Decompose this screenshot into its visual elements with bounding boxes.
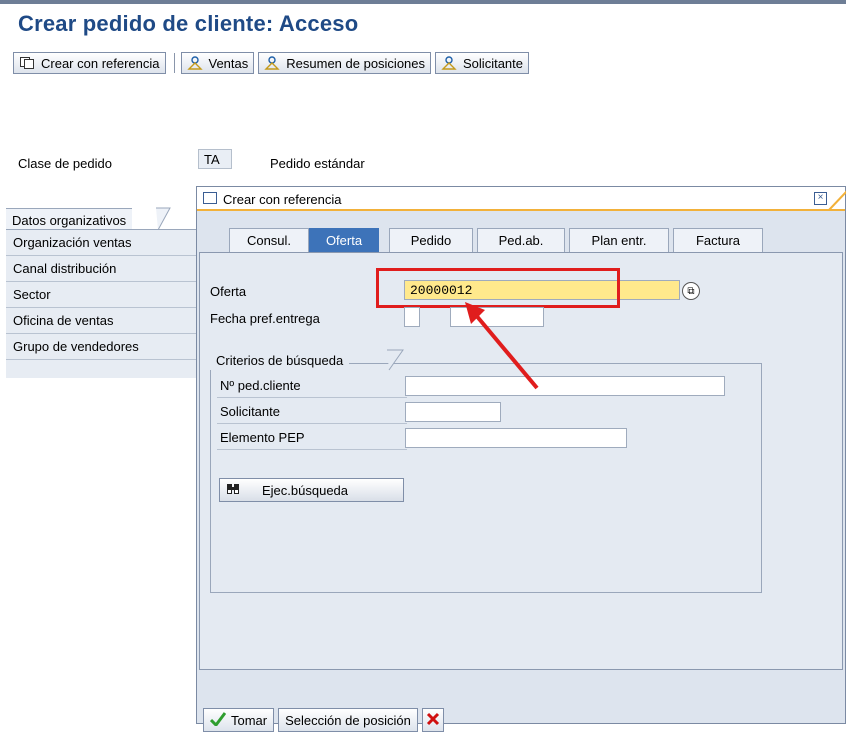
- org-item-oficina-ventas: Oficina de ventas: [6, 308, 196, 334]
- solicitante-label: Solicitante: [463, 55, 523, 71]
- toolbar-separator: [173, 53, 175, 73]
- solicitante-label-criteria: Solicitante: [217, 400, 407, 424]
- group-tab-slant: [387, 349, 404, 371]
- tab-ped-ab[interactable]: Ped.ab.: [477, 228, 565, 252]
- application-toolbar: Crear con referencia Ventas Resumen de p…: [13, 50, 533, 76]
- datos-organizativos-tab[interactable]: Datos organizativos: [6, 208, 133, 231]
- clase-pedido-label: Clase de pedido: [18, 156, 112, 171]
- criterios-busqueda-title: Criterios de búsqueda: [210, 350, 350, 370]
- dialog-header: Crear con referencia ×: [197, 187, 845, 211]
- annotation-arrow: [465, 302, 539, 390]
- top-border: [0, 0, 846, 4]
- tab-plan-entr[interactable]: Plan entr.: [569, 228, 669, 252]
- tab-factura[interactable]: Factura: [673, 228, 763, 252]
- search-help-icon[interactable]: ⧉: [682, 282, 700, 300]
- elemento-pep-input[interactable]: [405, 428, 627, 448]
- seleccion-posicion-button[interactable]: Selección de posición: [278, 708, 418, 732]
- clase-pedido-description: Pedido estándar: [270, 156, 365, 171]
- dialog-title: Crear con referencia: [223, 192, 342, 207]
- dialog-window-icon: [203, 192, 217, 204]
- cancel-button[interactable]: [421, 708, 444, 732]
- person-icon: [186, 56, 203, 70]
- ventas-button[interactable]: Ventas: [180, 52, 255, 74]
- page-title: Crear pedido de cliente: Acceso: [18, 11, 359, 36]
- resumen-posiciones-label: Resumen de posiciones: [286, 55, 426, 71]
- tomar-label: Tomar: [231, 712, 268, 728]
- org-item-organizacion-ventas: Organización ventas: [6, 230, 196, 256]
- cancel-x-icon: [426, 712, 440, 729]
- ejec-busqueda-button[interactable]: Ejec.búsqueda: [219, 478, 404, 502]
- resumen-posiciones-button[interactable]: Resumen de posiciones: [258, 52, 432, 74]
- ped-cliente-input[interactable]: [405, 376, 725, 396]
- create-with-reference-label: Crear con referencia: [41, 55, 160, 71]
- dialog-footer: Tomar Selección de posición: [203, 707, 448, 733]
- person-icon: [441, 56, 457, 70]
- org-item-grupo-vendedores: Grupo de vendedores: [6, 334, 196, 360]
- solicitante-input[interactable]: [405, 402, 501, 422]
- seleccion-posicion-label: Selección de posición: [285, 712, 411, 728]
- solicitante-button[interactable]: Solicitante: [435, 52, 529, 74]
- binoculars-icon: [226, 482, 240, 499]
- copy-icon: [19, 56, 35, 70]
- ejec-busqueda-label: Ejec.búsqueda: [262, 482, 349, 498]
- org-data-panel: Organización ventas Canal distribución S…: [6, 229, 196, 378]
- org-item-sector: Sector: [6, 282, 196, 308]
- oferta-label: Oferta: [210, 284, 247, 299]
- ped-cliente-label: Nº ped.cliente: [217, 374, 407, 398]
- tab-oferta[interactable]: Oferta: [309, 228, 379, 252]
- checkmark-icon: [209, 711, 227, 729]
- elemento-pep-label: Elemento PEP: [217, 426, 407, 450]
- create-with-reference-button[interactable]: Crear con referencia: [13, 52, 166, 74]
- clase-pedido-field[interactable]: TA: [198, 149, 232, 169]
- fecha-pref-entrega-label: Fecha pref.entrega: [210, 311, 320, 326]
- header-accent: [828, 190, 846, 211]
- tab-slant: [156, 207, 171, 231]
- org-item-canal-distribucion: Canal distribución: [6, 256, 196, 282]
- tab-consul[interactable]: Consul.: [229, 228, 309, 252]
- tab-pedido[interactable]: Pedido: [389, 228, 473, 252]
- fecha-day-field[interactable]: [404, 307, 420, 327]
- criterios-busqueda-group: Criterios de búsqueda Nº ped.cliente Sol…: [210, 349, 762, 593]
- person-icon: [264, 56, 280, 70]
- tomar-button[interactable]: Tomar: [203, 708, 275, 732]
- ventas-label: Ventas: [208, 55, 249, 71]
- create-with-reference-dialog: Crear con referencia × Consul. Oferta Pe…: [196, 186, 846, 732]
